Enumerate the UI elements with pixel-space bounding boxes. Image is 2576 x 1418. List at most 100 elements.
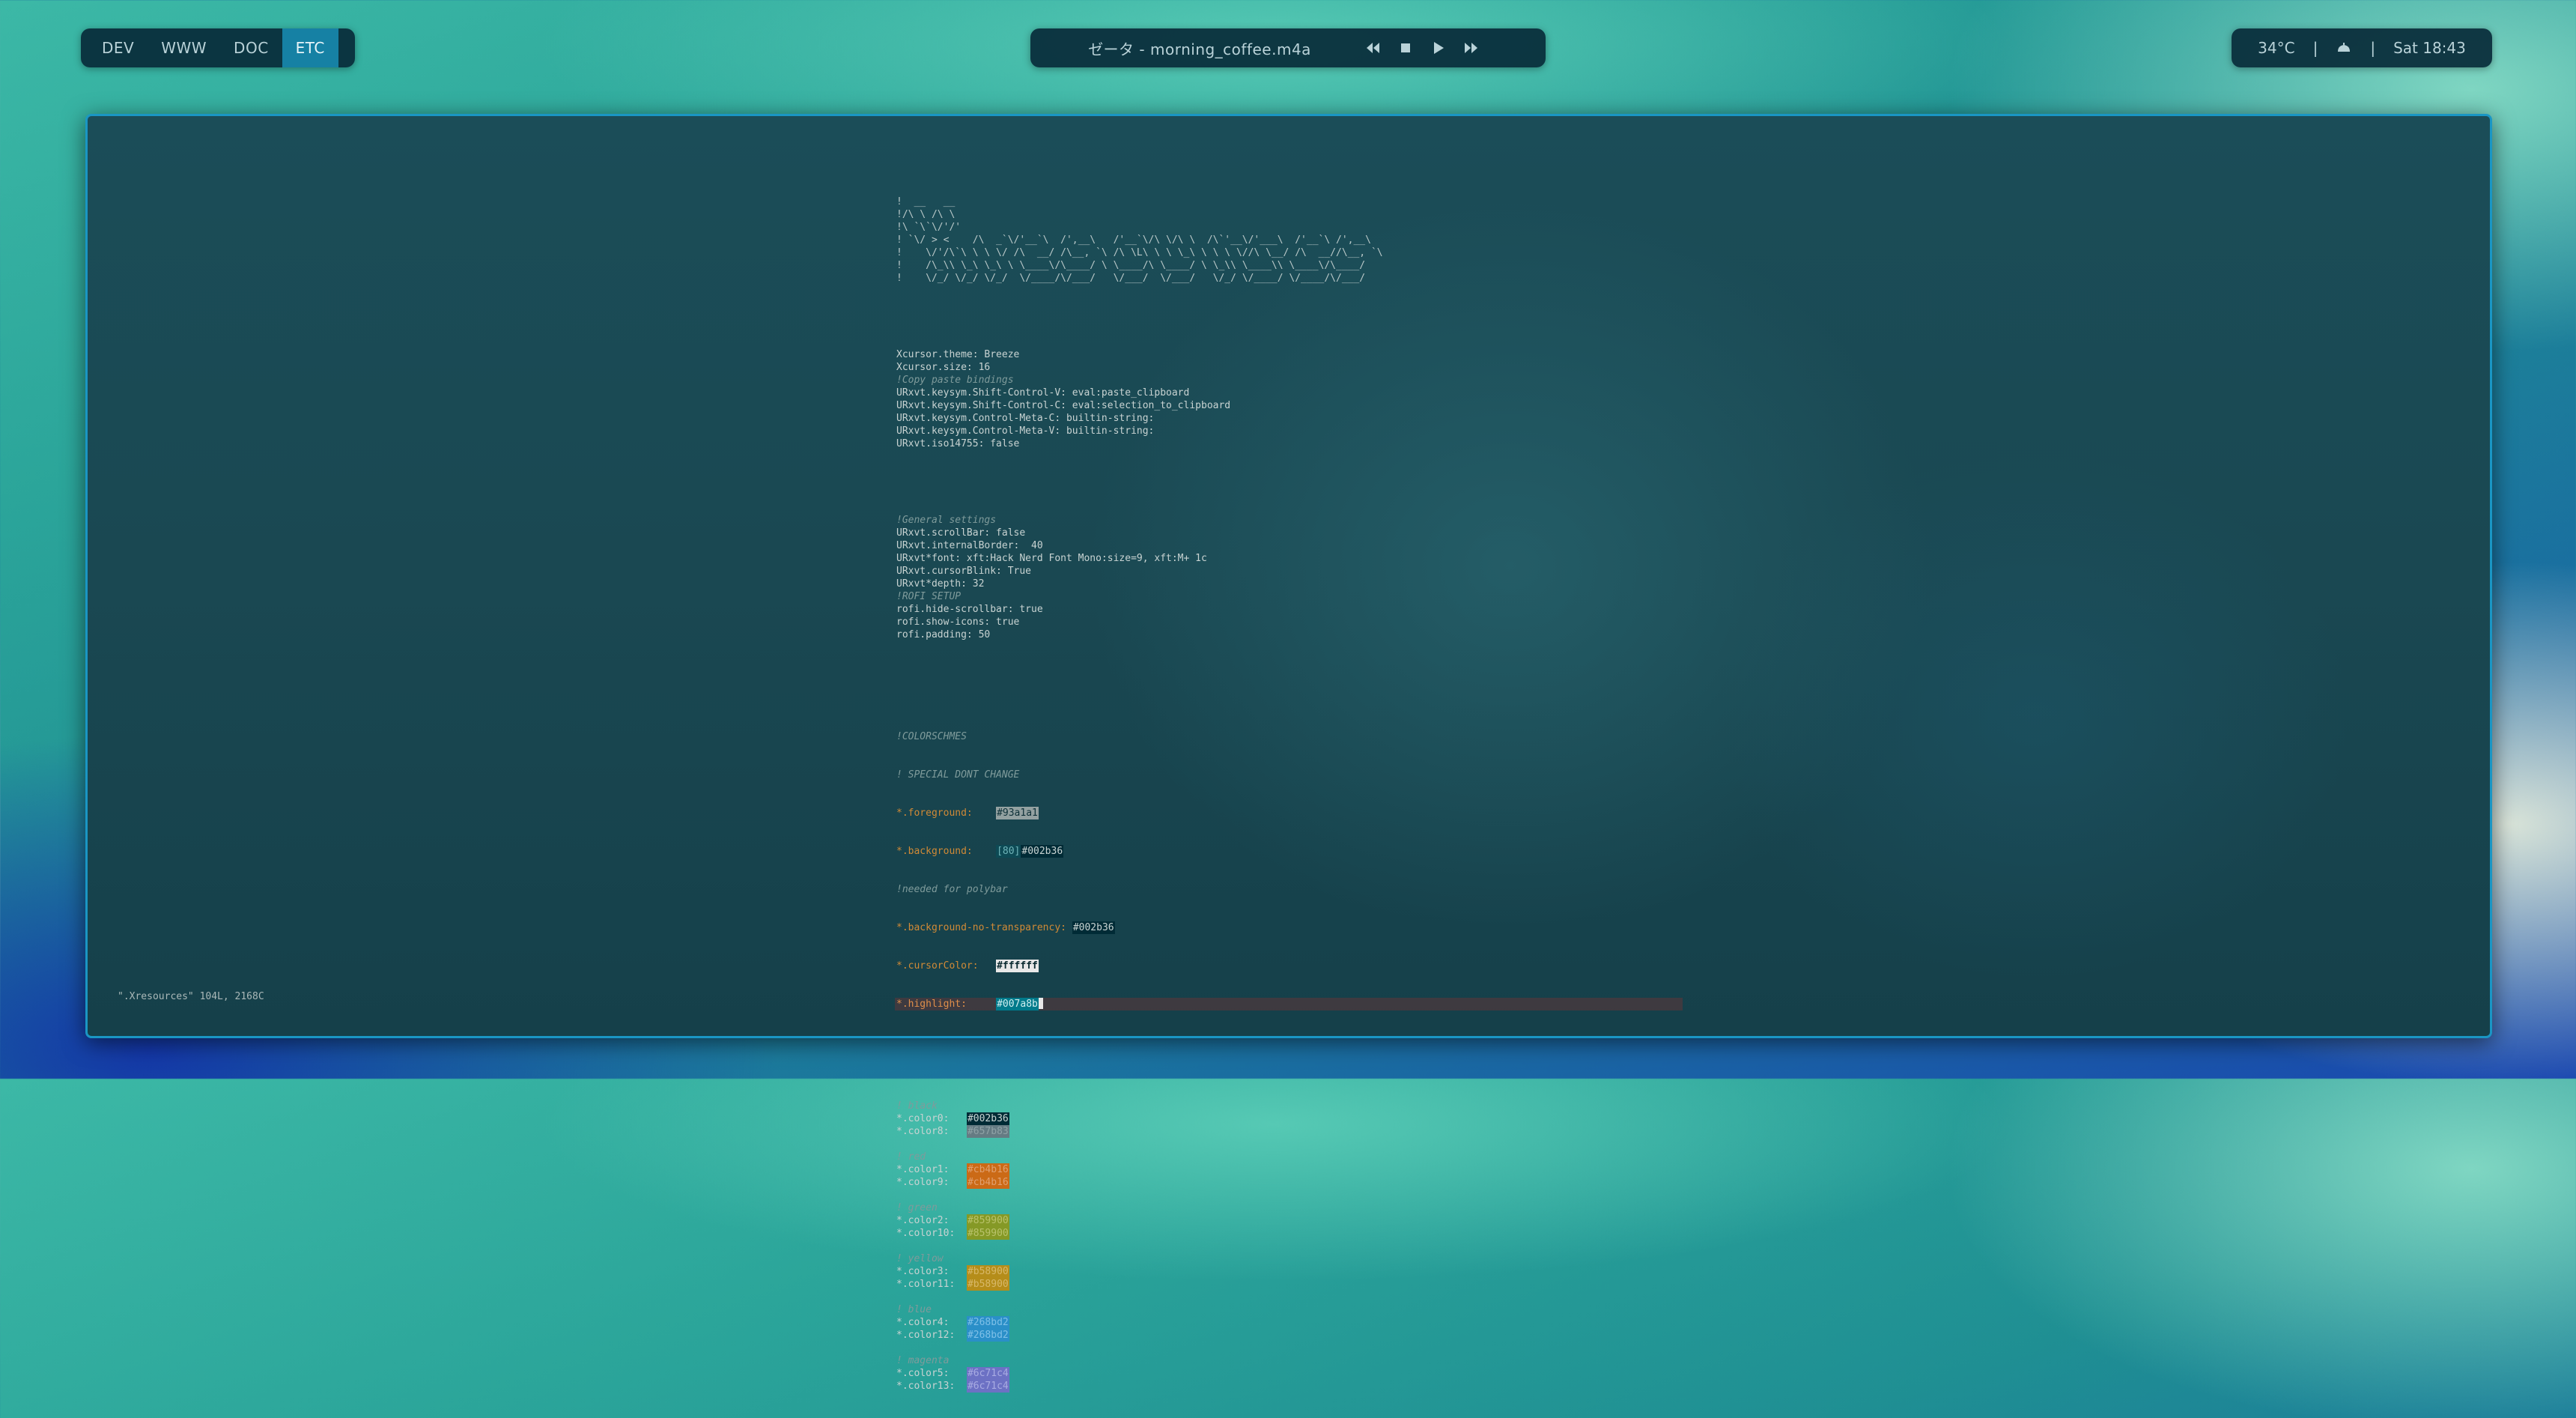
config-line: URxvt.keysym.Shift-Control-C: eval:selec… (896, 400, 1231, 411)
stop-icon[interactable] (1389, 28, 1422, 67)
color-entry: *.color13: #6c71c4 (896, 1380, 1795, 1393)
color-value: #ffffff (996, 960, 1039, 972)
color-entry: *.color3: #b58900 (896, 1265, 1795, 1278)
color-swatch: #6c71c4 (966, 1367, 1009, 1380)
alpha-prefix: [80] (996, 845, 1021, 858)
ascii-line: !/\ \ /\ \ (896, 209, 956, 220)
setting-key: *.color4: (896, 1317, 950, 1328)
color-swatch: #859900 (966, 1227, 1009, 1240)
setting-key: *.color1: (896, 1164, 950, 1175)
setting-key: *.color10: (896, 1228, 956, 1239)
config-line: rofi.show-icons: true (896, 616, 1020, 628)
comment-line: ! magenta (896, 1355, 950, 1366)
setting-key: *.highlight: (896, 999, 967, 1010)
config-line: URxvt.internalBorder: 40 (896, 540, 1043, 551)
now-playing-title: ゼータ - morning_coffee.m4a (1088, 40, 1311, 58)
text-editor[interactable]: ! __ __ !/\ \ /\ \ !\ `\`\/'/' ! `\/ > < /… (895, 170, 1795, 1418)
foreground-line: *.foreground: #93a1a1 (896, 807, 1795, 819)
play-icon[interactable] (1422, 28, 1455, 67)
color-swatch: #b58900 (966, 1278, 1009, 1291)
separator: | (2370, 39, 2376, 57)
config-line: URxvt.keysym.Control-Meta-C: builtin-str… (896, 413, 1155, 424)
weather-icon (2327, 39, 2361, 57)
config-line: URxvt.cursorBlink: True (896, 566, 1032, 577)
rewind-icon[interactable] (1356, 28, 1389, 67)
ascii-line: ! \/'/\`\ \ \ \/ /\ __/ /\__, `\ /\ \L\ … (896, 247, 1383, 258)
color-entry: *.color9: #cb4b16 (896, 1176, 1795, 1189)
color-value: #002b36 (1021, 845, 1064, 858)
color-entry: *.color12: #268bd2 (896, 1329, 1795, 1342)
color-entry: *.color11: #b58900 (896, 1278, 1795, 1291)
comment-line: ! red (896, 1151, 926, 1163)
workspace-dev[interactable]: DEV (88, 28, 148, 67)
setting-key: *.color13: (896, 1381, 956, 1392)
colorscheme-section: !COLORSCHMES ! SPECIAL DONT CHANGE *.for… (895, 705, 1795, 1036)
fast-forward-icon[interactable] (1455, 28, 1488, 67)
color-swatch: #859900 (966, 1214, 1009, 1227)
color-value: #93a1a1 (996, 807, 1039, 819)
ascii-line: ! `\/ > < /\ _`\/'__`\ /',__\ /'__`\/\ \… (896, 234, 1371, 246)
color-entry: *.color1: #cb4b16 (896, 1163, 1795, 1176)
color-entry: *.color0: #002b36 (896, 1112, 1795, 1125)
workspace-doc[interactable]: DOC (220, 28, 282, 67)
bg-no-transparency-line: *.background-no-transparency: #002b36 (896, 921, 1795, 934)
color-entry: *.color2: #859900 (896, 1214, 1795, 1227)
color-value: #002b36 (1072, 921, 1115, 934)
config-line: Xcursor.theme: Breeze (896, 349, 1020, 360)
color-entry: *.color5: #6c71c4 (896, 1367, 1795, 1380)
comment-line: ! green (896, 1202, 938, 1214)
setting-key: *.background-no-transparency: (896, 922, 1066, 933)
setting-key: *.background: (896, 846, 973, 857)
color-swatch: #cb4b16 (966, 1176, 1009, 1189)
config-line: rofi.hide-scrollbar: true (896, 604, 1043, 615)
color-entry: *.color4: #268bd2 (896, 1316, 1795, 1329)
ascii-line: ! __ __ (896, 196, 956, 207)
background-line: *.background: [80] #002b36 (896, 845, 1795, 858)
ascii-line: ! \/_/ \/_/ \/_/ \/____/\/___/ \/___/ \/… (896, 273, 1366, 284)
comment-line: !ROFI SETUP (896, 591, 962, 602)
setting-key: *.color11: (896, 1279, 956, 1290)
setting-key: *.color5: (896, 1368, 950, 1379)
comment-line: !General settings (896, 515, 997, 526)
clock: Sat 18:43 (2393, 39, 2466, 57)
comment-line: !needed for polybar (896, 884, 1008, 895)
color-entry: *.color8: #657b83 (896, 1125, 1795, 1138)
setting-key: *.cursorColor: (896, 960, 979, 972)
ascii-line: !\ `\`\/'/' (896, 222, 967, 233)
setting-key: *.color2: (896, 1215, 950, 1226)
setting-key: *.color3: (896, 1266, 950, 1277)
color-value: #007a8b (996, 998, 1039, 1011)
terminal-window[interactable]: ! __ __ !/\ \ /\ \ !\ `\`\/'/' ! `\/ > < /… (85, 114, 2492, 1393)
color-swatch: #b58900 (966, 1265, 1009, 1278)
comment-line: ! SPECIAL DONT CHANGE (896, 769, 1020, 781)
text-cursor (1038, 998, 1043, 1009)
comment-line: !COLORSCHMES (896, 731, 967, 742)
setting-key: *.color12: (896, 1330, 956, 1341)
vim-status-line: ".Xresources" 104L, 2168C (118, 991, 264, 1002)
color-swatch: #268bd2 (966, 1329, 1009, 1342)
color-swatch: #002b36 (966, 1112, 1009, 1125)
setting-key: *.color0: (896, 1113, 950, 1124)
workspace-www[interactable]: WWW (148, 28, 220, 67)
config-line: URxvt.keysym.Control-Meta-V: builtin-str… (896, 425, 1155, 437)
color-swatch: #6c71c4 (966, 1380, 1009, 1393)
color-entry: *.color10: #859900 (896, 1227, 1795, 1240)
cursor-and-binding-settings: Xcursor.theme: Breeze Xcursor.size: 16 !Co… (896, 348, 1795, 450)
color-palette: ! black *.color0: #002b36 *.color8: #657b8… (896, 1100, 1795, 1393)
general-settings: !General settings URxvt.scrollBar: false U… (896, 514, 1795, 641)
comment-line: !Copy paste bindings (896, 375, 1014, 386)
setting-key: *.color8: (896, 1126, 950, 1137)
config-line: URxvt.keysym.Shift-Control-V: eval:paste… (896, 387, 1190, 399)
ascii-line: ! /\_\\ \_\ \_\ \ \____\/\____/ \ \____/… (896, 260, 1366, 271)
media-player: ゼータ - morning_coffee.m4a (1030, 28, 1546, 67)
comment-line: ! black (896, 1100, 938, 1112)
highlight-line: *.highlight: #007a8b (895, 998, 1795, 1011)
workspace-etc[interactable]: ETC (282, 28, 338, 67)
separator: | (2312, 39, 2318, 57)
system-status: 34°C | | Sat 18:43 (2232, 28, 2492, 67)
